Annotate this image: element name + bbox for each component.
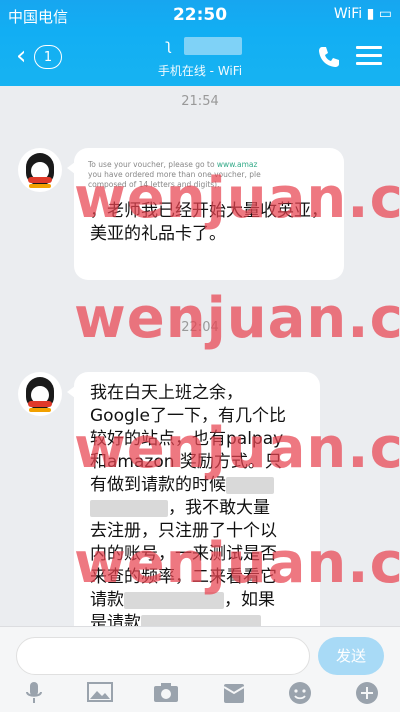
microphone-icon[interactable] <box>21 681 47 707</box>
redacted-text <box>90 499 168 517</box>
phone-icon <box>319 47 339 67</box>
quoted-email-snippet: To use your voucher, please go to www.am… <box>88 160 261 189</box>
earpiece-icon: ʅ <box>165 36 173 54</box>
menu-button[interactable] <box>356 46 382 66</box>
message-text: ，老师我已经开始大量收英亚，美亚的礼品卡了。 <box>90 201 328 244</box>
input-toolbar <box>0 681 400 707</box>
red-packet-icon[interactable] <box>221 681 247 707</box>
phone-call-button[interactable] <box>316 44 342 70</box>
message-line: 去注册，只注册了十个以 <box>90 521 277 541</box>
message-line: ，我不敢大量 <box>74 497 320 520</box>
emoji-icon[interactable] <box>287 681 313 707</box>
message-line: 是请款 <box>74 612 320 626</box>
plus-icon[interactable] <box>354 681 380 707</box>
message-line: 和amazon 奖励方式。只 <box>90 452 282 472</box>
watermark-text: wenjuan.cc <box>74 286 400 351</box>
redacted-text <box>226 476 274 494</box>
message-line: 较好的站点，也有palpay <box>90 429 284 449</box>
message-line: 我在白天上班之余， <box>90 383 243 403</box>
message-line: 请款 ，如果 <box>90 590 275 610</box>
input-bar: 发送 <box>0 626 400 712</box>
image-icon[interactable] <box>87 681 113 707</box>
avatar[interactable] <box>18 148 62 192</box>
status-bar: 中国电信 22:50 WiFi ▮ ▭ <box>0 0 400 30</box>
send-button[interactable]: 发送 <box>318 637 384 675</box>
signal-battery-indicators: WiFi ▮ ▭ <box>333 6 392 22</box>
message-input[interactable] <box>16 637 310 675</box>
contact-name-redacted <box>184 36 243 55</box>
message-line: 来查的频率，二来看看它 <box>90 567 277 587</box>
message-line: Google了一下，有几个比 <box>90 406 286 426</box>
message-bubble[interactable]: 我在白天上班之余， Google了一下，有几个比 较好的站点，也有palpay … <box>67 372 320 626</box>
timestamp: 21:54 <box>181 94 219 109</box>
message-list[interactable]: 21:54 To use your voucher, please go to … <box>0 86 400 626</box>
message-bubble[interactable]: To use your voucher, please go to www.am… <box>67 148 344 280</box>
message-line: 内的账号，一来测试是否 <box>90 544 277 564</box>
message-line: 有做到请款的时候 <box>74 474 320 497</box>
timestamp: 22:04 <box>181 320 219 335</box>
avatar[interactable] <box>18 372 62 416</box>
chat-header: ‹ 1 ʅ 手机在线 - WiFi <box>0 30 400 86</box>
camera-icon[interactable] <box>153 681 179 707</box>
redacted-text <box>141 614 261 626</box>
redacted-text <box>124 591 224 609</box>
